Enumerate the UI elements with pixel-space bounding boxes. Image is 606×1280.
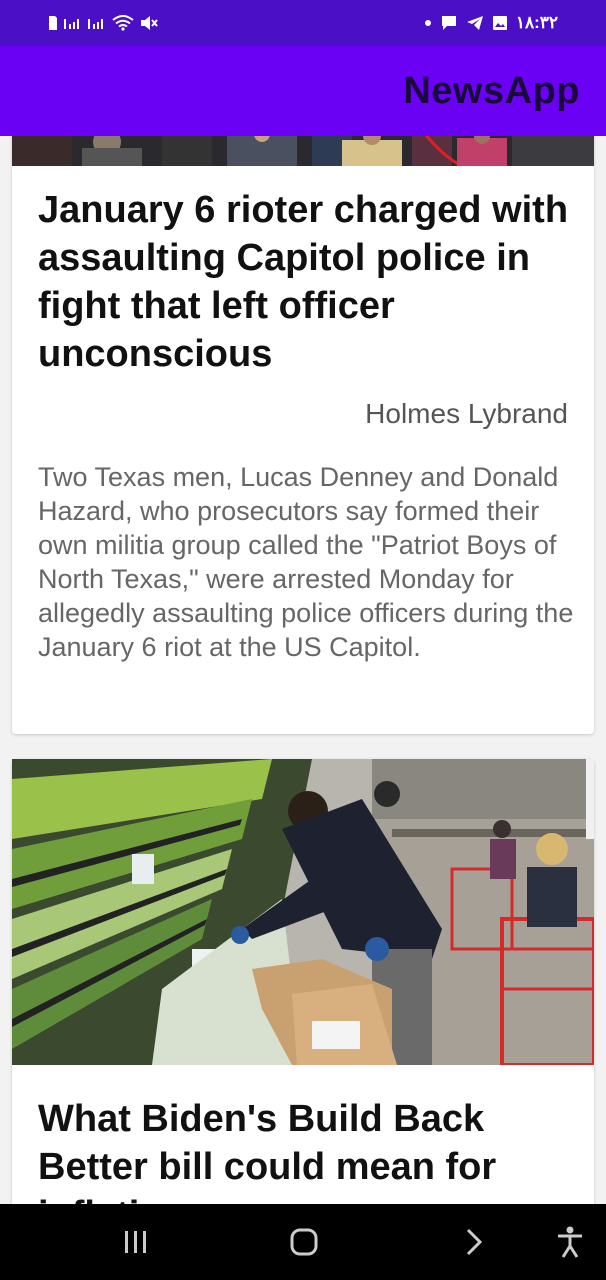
app-title: NewsApp xyxy=(403,70,580,112)
article-card[interactable]: What Biden's Build Back Better bill coul… xyxy=(12,759,594,1204)
home-icon[interactable] xyxy=(284,1222,324,1262)
article-image[interactable] xyxy=(12,136,594,166)
news-feed[interactable]: January 6 rioter charged with assaulting… xyxy=(0,136,606,1204)
dot-icon xyxy=(424,19,432,27)
wifi-icon xyxy=(112,15,134,31)
sim-card-icon xyxy=(48,15,58,31)
signal-icon xyxy=(64,15,82,31)
article-title[interactable]: January 6 rioter charged with assaulting… xyxy=(38,186,578,378)
article-card[interactable]: January 6 rioter charged with assaulting… xyxy=(12,136,594,734)
telegram-icon xyxy=(466,15,484,31)
article-author: Holmes Lybrand xyxy=(365,398,568,429)
clock-time: ۱۸:۳۲ xyxy=(515,13,558,32)
article-image[interactable] xyxy=(12,759,594,1065)
mute-icon xyxy=(140,15,158,31)
recent-apps-icon[interactable] xyxy=(116,1222,156,1262)
article-title[interactable]: What Biden's Build Back Better bill coul… xyxy=(38,1095,578,1204)
chat-icon xyxy=(440,14,458,32)
article-description: Two Texas men, Lucas Denney and Donald H… xyxy=(38,462,574,662)
app-bar: NewsApp xyxy=(0,46,606,136)
back-icon[interactable] xyxy=(454,1222,494,1262)
system-nav-bar xyxy=(0,1204,606,1280)
status-icons-left xyxy=(48,12,158,34)
accessibility-icon[interactable] xyxy=(550,1222,590,1262)
status-icons-right: ۱۸:۳۲ xyxy=(424,12,558,34)
signal-icon xyxy=(88,15,106,31)
image-icon xyxy=(492,15,508,31)
status-bar: ۱۸:۳۲ xyxy=(0,0,606,46)
